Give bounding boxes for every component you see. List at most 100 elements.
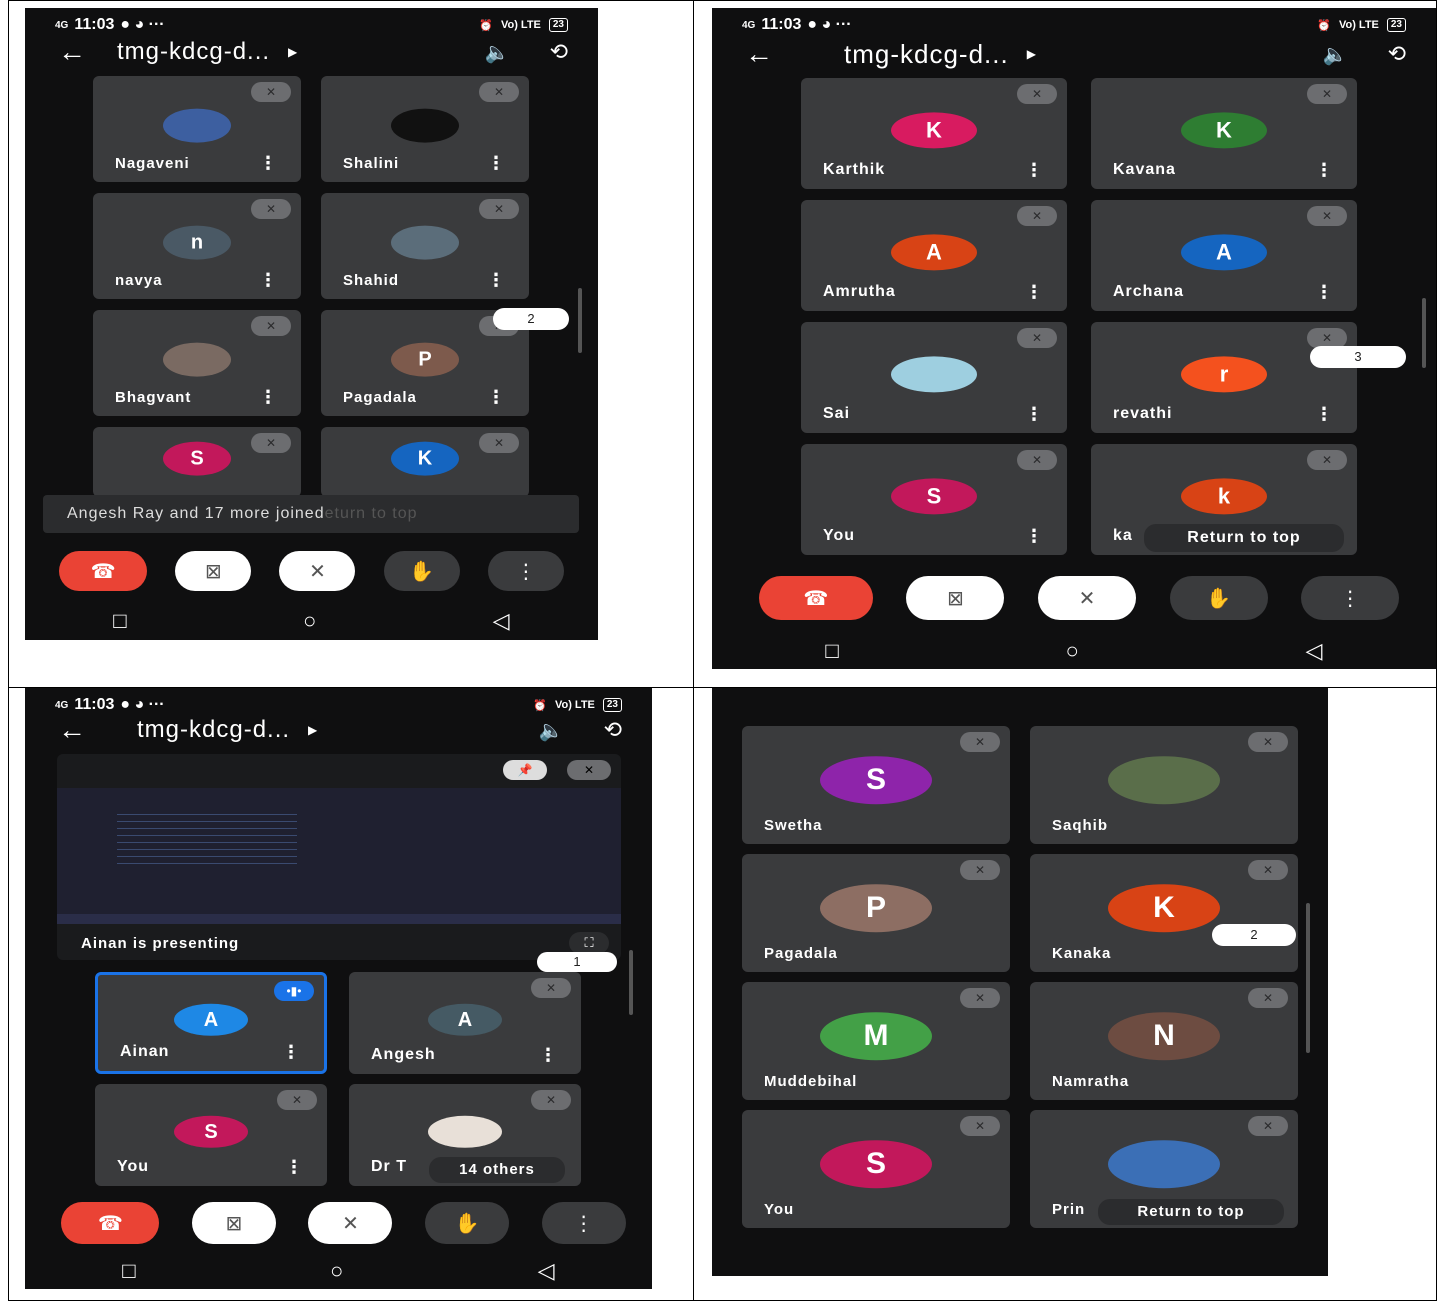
back-arrow-icon[interactable]: ← <box>47 714 97 746</box>
meeting-header: ← tmg-kdcg-d... ▶ 🔈 ⟲ <box>25 710 652 750</box>
raise-hand-button[interactable]: ✋ <box>383 551 460 591</box>
tile-more-options-button[interactable]: ⋮ <box>259 153 277 174</box>
speaker-icon[interactable]: 🔈 <box>485 40 510 65</box>
participant-tile[interactable]: ✕ S You ⋮ <box>95 1084 327 1186</box>
recent-apps-icon[interactable]: □ <box>122 1258 135 1284</box>
tile-more-options-button[interactable]: ⋮ <box>285 1157 303 1178</box>
participant-tile[interactable]: ✕ Saqhib <box>1030 726 1298 844</box>
participant-tile[interactable]: ✕ A Amrutha ⋮ <box>801 200 1067 311</box>
page-scrollbar[interactable] <box>1422 298 1426 368</box>
participant-tile[interactable]: ✕ K Kanaka <box>1030 854 1298 972</box>
fullscreen-icon[interactable]: ⛶ <box>569 932 609 954</box>
home-icon[interactable]: ○ <box>330 1258 343 1284</box>
participant-tile[interactable]: •▮• A Ainan ⋮ <box>95 972 327 1074</box>
raise-hand-button[interactable]: ✋ <box>1169 576 1268 620</box>
expand-triangle-icon[interactable]: ▶ <box>308 723 317 737</box>
tile-more-options-button[interactable]: ⋮ <box>539 1045 557 1066</box>
tile-more-options-button[interactable]: ⋮ <box>1315 404 1333 425</box>
avatar: K <box>891 111 977 148</box>
back-icon[interactable]: ◁ <box>538 1258 555 1284</box>
tile-more-options-button[interactable]: ⋮ <box>259 270 277 291</box>
participant-tile[interactable]: ✕ A Angesh ⋮ <box>349 972 581 1074</box>
speaker-icon[interactable]: 🔈 <box>1323 42 1348 67</box>
tile-more-options-button[interactable]: ⋮ <box>1025 526 1043 547</box>
presentation-tile[interactable]: 📌 ✕ Ainan is presenting ⛶ <box>57 754 621 960</box>
participant-tile[interactable]: ✕ S You <box>742 1110 1010 1228</box>
participant-tile[interactable]: ✕ K Karthik ⋮ <box>801 78 1067 189</box>
expand-triangle-icon[interactable]: ▶ <box>1027 47 1036 61</box>
speaker-icon[interactable]: 🔈 <box>539 718 564 743</box>
camera-off-button[interactable]: ⊠ <box>906 576 1005 620</box>
avatar: S <box>891 477 977 514</box>
participant-tile[interactable]: ✕ Nagaveni ⋮ <box>93 76 301 182</box>
avatar: S <box>174 1115 248 1148</box>
mic-off-icon: ✕ <box>567 760 611 780</box>
participant-tile[interactable]: ✕ n navya ⋮ <box>93 193 301 299</box>
participant-tile[interactable]: ✕ P Pagadala <box>742 854 1010 972</box>
camera-off-button[interactable]: ⊠ <box>175 551 252 591</box>
tile-more-options-button[interactable]: ⋮ <box>1315 282 1333 303</box>
tile-more-options-button[interactable]: ⋮ <box>282 1042 300 1063</box>
meeting-title[interactable]: tmg-kdcg-d... <box>117 38 270 66</box>
tile-more-options-button[interactable]: ⋮ <box>1025 160 1043 181</box>
recent-apps-icon[interactable]: □ <box>113 608 126 634</box>
tile-more-options-button[interactable]: ⋮ <box>487 153 505 174</box>
meeting-title[interactable]: tmg-kdcg-d... <box>137 716 290 744</box>
participant-tile[interactable]: ✕ K <box>321 427 529 497</box>
switch-camera-icon[interactable]: ⟲ <box>604 717 622 743</box>
page-scrollbar[interactable] <box>578 288 582 353</box>
more-options-button[interactable]: ⋮ <box>1301 576 1400 620</box>
mic-off-icon: ✕ <box>479 82 519 102</box>
participant-tile[interactable]: ✕ S Swetha <box>742 726 1010 844</box>
pin-button[interactable]: 📌 <box>503 760 547 780</box>
mic-off-icon: ✕ <box>1307 206 1347 226</box>
recent-apps-icon[interactable]: □ <box>825 638 838 664</box>
participant-tile[interactable]: ✕ r revathi ⋮ <box>1091 322 1357 433</box>
mic-off-button[interactable]: ✕ <box>279 551 356 591</box>
end-call-button[interactable]: ☎ <box>61 1202 160 1244</box>
tile-more-options-button[interactable]: ⋮ <box>1025 282 1043 303</box>
participant-tile[interactable]: ✕ Shahid ⋮ <box>321 193 529 299</box>
participant-tile[interactable]: ✕ Sai ⋮ <box>801 322 1067 433</box>
mic-off-button[interactable]: ✕ <box>308 1202 393 1244</box>
participant-tile[interactable]: ✕ Shalini ⋮ <box>321 76 529 182</box>
tile-more-options-button[interactable]: ⋮ <box>259 387 277 408</box>
tile-more-options-button[interactable]: ⋮ <box>487 270 505 291</box>
participant-tile[interactable]: ✕ K Kavana ⋮ <box>1091 78 1357 189</box>
mic-off-icon: ✕ <box>1248 1116 1288 1136</box>
more-options-button[interactable]: ⋮ <box>487 551 564 591</box>
participant-tile[interactable]: ✕ Bhagvant ⋮ <box>93 310 301 416</box>
participant-tile[interactable]: ✕ A Archana ⋮ <box>1091 200 1357 311</box>
mic-off-button[interactable]: ✕ <box>1037 576 1136 620</box>
more-options-button[interactable]: ⋮ <box>541 1202 626 1244</box>
tile-more-options-button[interactable]: ⋮ <box>1025 404 1043 425</box>
back-arrow-icon[interactable]: ← <box>47 36 97 68</box>
back-arrow-icon[interactable]: ← <box>734 38 784 70</box>
meeting-header: ← tmg-kdcg-d... ▶ 🔈 ⟲ <box>712 34 1436 74</box>
camera-off-button[interactable]: ⊠ <box>191 1202 276 1244</box>
avatar: A <box>174 1003 248 1036</box>
others-button[interactable]: 14 others <box>429 1157 565 1183</box>
meeting-title[interactable]: tmg-kdcg-d... <box>844 39 1009 70</box>
switch-camera-icon[interactable]: ⟲ <box>550 39 568 65</box>
switch-camera-icon[interactable]: ⟲ <box>1388 41 1406 67</box>
end-call-button[interactable]: ☎ <box>59 551 148 591</box>
return-to-top-button[interactable]: Return to top <box>1098 1199 1284 1225</box>
expand-triangle-icon[interactable]: ▶ <box>288 45 297 59</box>
participant-tile[interactable]: ✕ S <box>93 427 301 497</box>
participant-tile[interactable]: ✕ M Muddebihal <box>742 982 1010 1100</box>
participant-tile[interactable]: ✕ S You ⋮ <box>801 444 1067 555</box>
return-to-top-button[interactable]: Return to top <box>1144 524 1344 552</box>
back-icon[interactable]: ◁ <box>493 608 510 634</box>
home-icon[interactable]: ○ <box>1066 638 1079 664</box>
page-scrollbar[interactable] <box>1306 903 1310 1053</box>
tile-more-options-button[interactable]: ⋮ <box>487 387 505 408</box>
raise-hand-button[interactable]: ✋ <box>425 1202 510 1244</box>
network-label: 4G <box>55 19 69 31</box>
tile-more-options-button[interactable]: ⋮ <box>1315 160 1333 181</box>
end-call-button[interactable]: ☎ <box>758 576 873 620</box>
page-scrollbar[interactable] <box>629 950 633 1015</box>
back-icon[interactable]: ◁ <box>1306 638 1323 664</box>
participant-tile[interactable]: ✕ N Namratha <box>1030 982 1298 1100</box>
home-icon[interactable]: ○ <box>303 608 316 634</box>
